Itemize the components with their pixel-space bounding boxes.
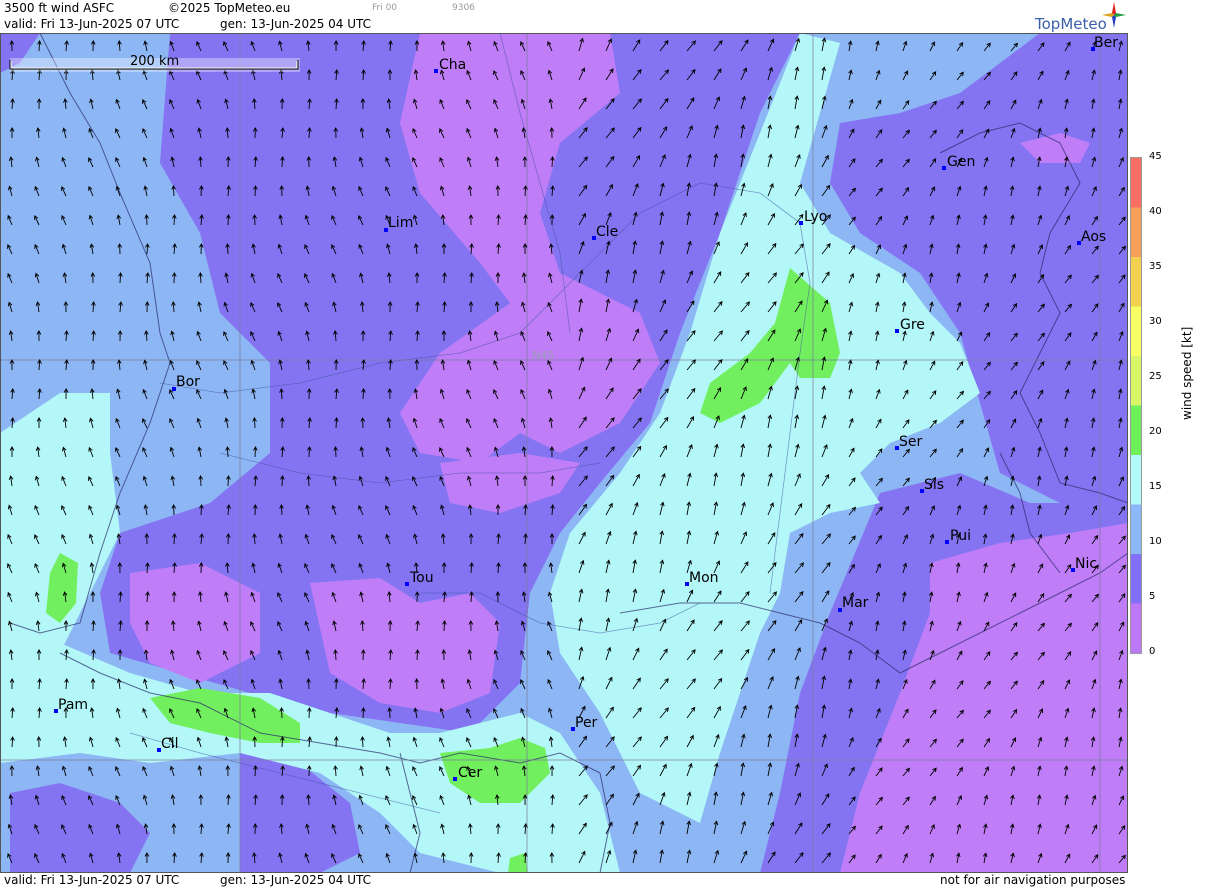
city-label: Lyo: [804, 209, 827, 225]
legend-tick: 30: [1149, 316, 1162, 327]
footer-bar: valid: Fri 13-Jun-2025 07 UTC gen: 13-Ju…: [0, 873, 1128, 887]
legend-tick: 0: [1149, 646, 1156, 657]
compass-logo-icon: [1102, 2, 1126, 28]
city-marker: [405, 582, 409, 586]
city-marker: [942, 166, 946, 170]
city-label: Cil: [161, 736, 179, 752]
city-label: Gre: [900, 317, 925, 333]
legend-tick: 20: [1149, 426, 1162, 437]
city-label: Cle: [596, 224, 618, 240]
legend-tick: 45: [1149, 151, 1162, 162]
legend-panel: 45 40 35 30 25 20 15 10 5 0: [1128, 0, 1219, 887]
city-label: Sis: [924, 477, 944, 493]
legend-title: wind speed [kt]: [1180, 326, 1194, 420]
run-label: Fri 00: [372, 3, 398, 13]
wind-map[interactable]: N45 200 km Cha Lim Cle Lyo Gen Ber Aos Gre Bor Se…: [0, 33, 1128, 873]
city-label: Bor: [176, 374, 200, 390]
city-label: Ser: [899, 434, 923, 450]
footer-generated-time: gen: 13-Jun-2025 04 UTC: [220, 873, 372, 887]
valid-time: valid: Fri 13-Jun-2025 07 UTC: [4, 17, 180, 31]
generated-time: gen: 13-Jun-2025 04 UTC: [220, 17, 372, 31]
city-label: Cha: [439, 57, 466, 73]
legend-tick: 35: [1149, 261, 1162, 272]
city-label: Mar: [842, 595, 869, 611]
city-label: Nic: [1075, 556, 1097, 572]
city-label: Per: [575, 715, 598, 731]
city-label: Pam: [58, 697, 88, 713]
city-marker: [799, 221, 803, 225]
scale-bar-label: 200 km: [130, 54, 179, 69]
city-label: Tou: [409, 570, 434, 586]
code-label: 9306: [452, 3, 475, 13]
city-marker: [453, 777, 457, 781]
city-label: Cer: [458, 765, 482, 781]
city-label: Mon: [689, 570, 719, 586]
city-marker: [895, 329, 899, 333]
city-marker: [945, 540, 949, 544]
header-bar: 3500 ft wind ASFC ©2025 TopMeteo.eu Fri …: [0, 0, 1128, 33]
city-label: Lim: [388, 215, 413, 231]
legend-tick: 5: [1149, 591, 1156, 602]
city-label: Aos: [1081, 229, 1106, 245]
legend-tick: 10: [1149, 536, 1162, 547]
legend-tick: 15: [1149, 481, 1162, 492]
city-marker: [434, 69, 438, 73]
brand-logo-text: TopMeteo: [1035, 15, 1107, 33]
city-label: Ber: [1094, 35, 1118, 51]
map-title: 3500 ft wind ASFC: [4, 1, 115, 15]
grid-label: N45: [532, 349, 554, 362]
legend-color-bar: [1130, 157, 1142, 654]
footer-valid-time: valid: Fri 13-Jun-2025 07 UTC: [4, 873, 180, 887]
city-label: Pui: [950, 528, 971, 544]
legend-tick: 25: [1149, 371, 1162, 382]
city-label: Gen: [947, 154, 975, 170]
copyright-text: ©2025 TopMeteo.eu: [168, 1, 291, 15]
footer-disclaimer: not for air navigation purposes: [940, 873, 1126, 887]
legend-tick: 40: [1149, 206, 1162, 217]
